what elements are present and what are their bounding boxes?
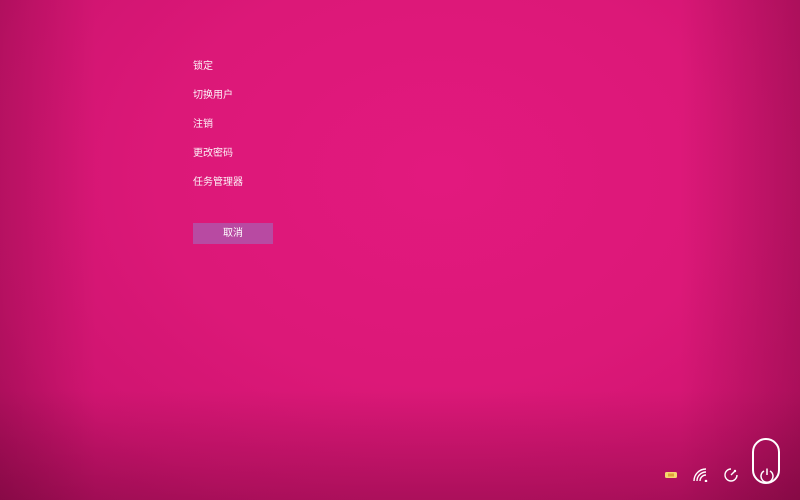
menu-item-task-manager[interactable]: 任务管理器 bbox=[193, 174, 243, 203]
screen-vignette bbox=[0, 0, 800, 500]
menu-item-switch-user[interactable]: 切换用户 bbox=[193, 87, 243, 116]
power-button-area[interactable] bbox=[752, 438, 782, 484]
menu-item-lock[interactable]: 锁定 bbox=[193, 58, 243, 87]
ease-of-access-icon[interactable] bbox=[722, 466, 740, 484]
accessibility-icon[interactable] bbox=[662, 466, 680, 484]
highlight-circle bbox=[752, 438, 780, 484]
menu-item-sign-out[interactable]: 注销 bbox=[193, 116, 243, 145]
network-icon[interactable] bbox=[692, 466, 710, 484]
security-options-menu: 锁定 切换用户 注销 更改密码 任务管理器 bbox=[193, 58, 243, 203]
system-tray bbox=[662, 438, 782, 484]
cancel-button[interactable]: 取消 bbox=[193, 223, 273, 244]
menu-item-change-password[interactable]: 更改密码 bbox=[193, 145, 243, 174]
